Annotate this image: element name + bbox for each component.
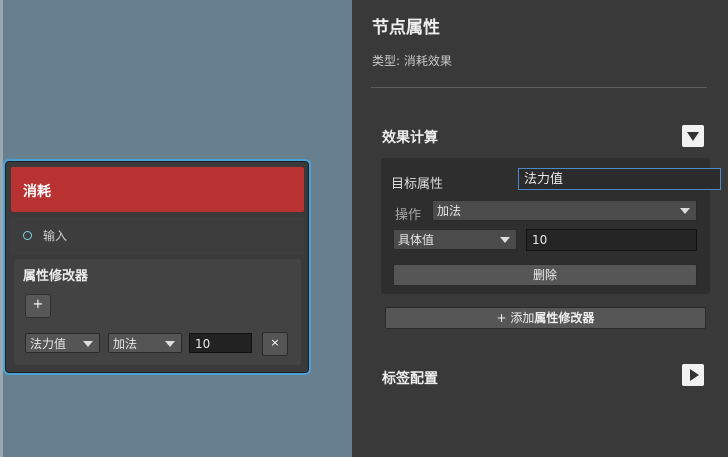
modifier-section-title: 属性修改器	[23, 269, 89, 284]
input-port-row: 输入	[11, 217, 304, 255]
operation-select-value: 加法	[437, 204, 462, 218]
modifier-attribute-select[interactable]: 法力值	[25, 333, 100, 353]
remove-modifier-button[interactable]: ×	[262, 332, 288, 356]
modifier-value-input[interactable]: 10	[189, 333, 252, 353]
chevron-down-icon	[83, 341, 93, 347]
operation-select[interactable]: 加法	[432, 200, 697, 221]
target-attribute-input[interactable]: 法力值	[518, 168, 721, 190]
node-properties-panel: 节点属性 类型: 消耗效果 效果计算 目标属性 法力值 操作 加法 具体值 10…	[352, 0, 728, 457]
chevron-down-icon	[500, 237, 510, 243]
collapse-effect-section-icon[interactable]	[682, 125, 704, 147]
operation-label: 操作	[395, 208, 422, 223]
modifier-operation-select[interactable]: 加法	[108, 333, 182, 353]
add-modifier-prefix: + 添加	[496, 311, 535, 325]
input-port-dot-icon[interactable]	[23, 231, 32, 240]
value-type-value: 具体值	[398, 233, 435, 247]
input-port-label: 输入	[43, 229, 68, 243]
attribute-modifier-section: 属性修改器 + 法力值 加法 10 ×	[14, 259, 301, 365]
effect-section-title: 效果计算	[382, 130, 438, 146]
panel-divider	[371, 87, 707, 88]
chevron-down-icon	[680, 208, 690, 214]
modifier-attribute-value: 法力值	[30, 337, 67, 351]
effect-value-input[interactable]: 10	[526, 229, 697, 251]
node-type-text: 类型: 消耗效果	[372, 54, 452, 68]
graph-canvas[interactable]: 消耗 输入 属性修改器 + 法力值 加法 10 ×	[0, 0, 352, 457]
panel-title: 节点属性	[372, 18, 440, 38]
expand-tag-section-icon[interactable]	[682, 364, 704, 386]
node-header[interactable]: 消耗	[11, 167, 304, 212]
consume-node[interactable]: 消耗 输入 属性修改器 + 法力值 加法 10 ×	[5, 161, 309, 373]
tag-section-title: 标签配置	[382, 371, 438, 387]
modifier-operation-value: 加法	[113, 337, 138, 351]
canvas-frame-edge	[0, 0, 3, 457]
value-type-select[interactable]: 具体值	[393, 229, 517, 250]
node-title: 消耗	[23, 184, 51, 200]
effect-calculation-box: 目标属性 法力值 操作 加法 具体值 10 删除	[381, 158, 721, 294]
add-modifier-button[interactable]: +	[25, 294, 51, 318]
add-modifier-bold-label: 属性修改器	[534, 311, 595, 325]
delete-button[interactable]: 删除	[393, 264, 697, 286]
target-attribute-label: 目标属性	[391, 177, 444, 192]
add-attribute-modifier-button[interactable]: + 添加属性修改器	[385, 307, 706, 329]
chevron-down-icon	[165, 341, 175, 347]
